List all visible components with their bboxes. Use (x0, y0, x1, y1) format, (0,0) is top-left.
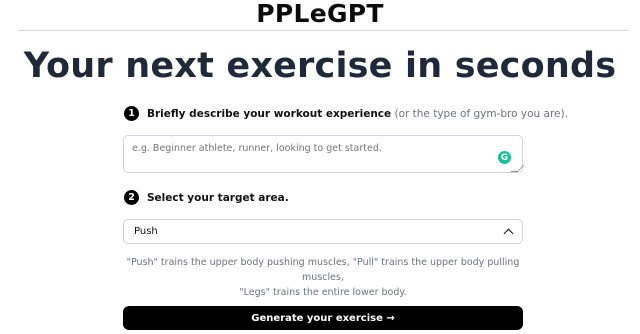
step-1: 1 Briefly describe your workout experien… (124, 106, 568, 121)
target-area-help-text: "Push" trains the upper body pushing mus… (123, 255, 523, 300)
header-divider (18, 30, 628, 31)
step-2: 2 Select your target area. (124, 190, 289, 205)
grammarly-icon[interactable]: G (498, 151, 511, 164)
help-line-1: "Push" trains the upper body pushing mus… (126, 257, 520, 283)
step-1-text: Briefly describe your workout experience… (147, 108, 568, 120)
step-1-hint: (or the type of gym-bro you are). (394, 107, 568, 120)
step-1-label: Briefly describe your workout experience (147, 107, 392, 120)
app-header: PPLeGPT (0, 0, 640, 30)
target-area-select[interactable]: Push (123, 219, 523, 244)
generate-exercise-button[interactable]: Generate your exercise → (123, 306, 523, 330)
step-1-number-badge: 1 (124, 106, 139, 121)
target-area-selected-value: Push (134, 226, 158, 237)
chevron-up-icon (503, 228, 514, 239)
step-2-label: Select your target area. (147, 191, 289, 204)
page-title: Your next exercise in seconds (23, 46, 617, 86)
help-line-2: "Legs" trains the entire lower body. (239, 287, 407, 298)
brand-logo-text[interactable]: PPLeGPT (256, 0, 384, 28)
step-2-number-badge: 2 (124, 190, 139, 205)
experience-textarea[interactable] (123, 135, 523, 173)
